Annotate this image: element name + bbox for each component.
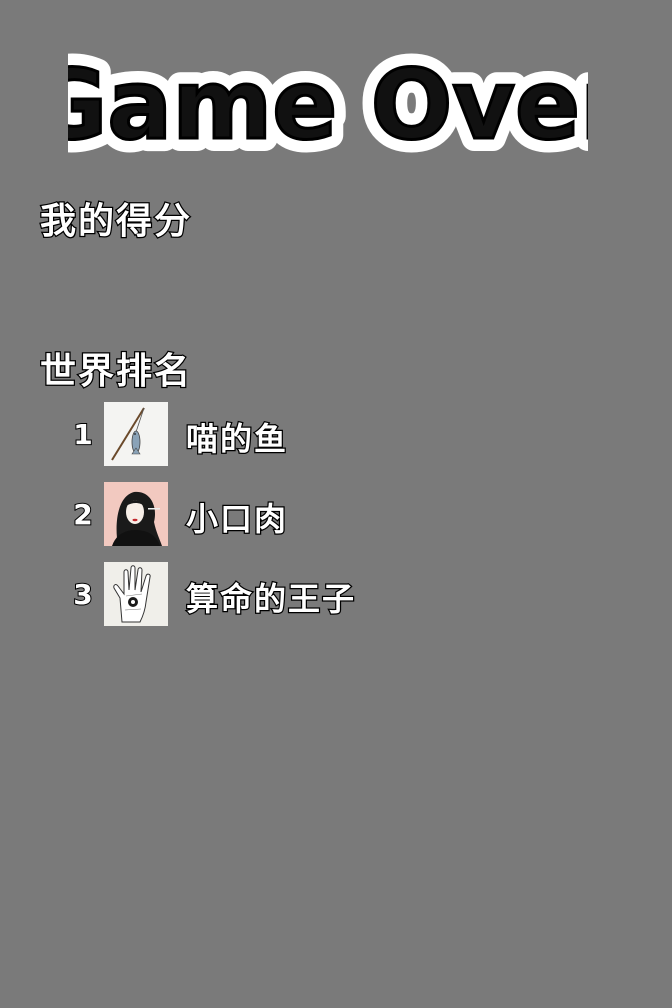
player-name: 小口肉 bbox=[185, 499, 289, 540]
world-ranking-label: 世界排名 bbox=[39, 350, 193, 394]
ranking-row-1[interactable]: 1 喵的鱼 bbox=[60, 400, 460, 480]
fishing-rod-fish-icon bbox=[104, 402, 168, 466]
game-over-title-text: Game Over bbox=[68, 49, 588, 161]
palm-reading-hand-icon bbox=[104, 562, 168, 626]
ranking-list: 1 喵的鱼 2 小口肉 3 算命的王子 bbox=[60, 400, 460, 640]
game-over-title: Game Over Game Over bbox=[68, 38, 588, 178]
rank-number: 3 bbox=[72, 577, 93, 612]
ranking-row-2[interactable]: 2 小口肉 bbox=[60, 480, 460, 560]
my-score-label: 我的得分 bbox=[39, 200, 193, 244]
player-name: 算命的王子 bbox=[185, 579, 357, 620]
rank-number: 2 bbox=[72, 497, 93, 532]
player-name: 喵的鱼 bbox=[185, 419, 289, 460]
woman-portrait-icon bbox=[104, 482, 168, 546]
rank-number: 1 bbox=[72, 417, 93, 452]
ranking-row-3[interactable]: 3 算命的王子 bbox=[60, 560, 460, 640]
